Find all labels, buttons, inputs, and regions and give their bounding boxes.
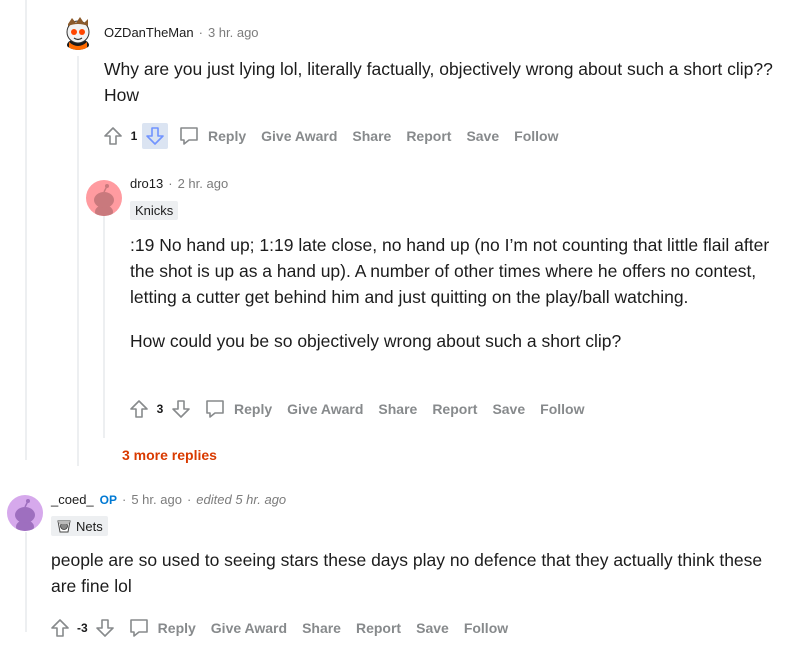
downvote-arrow-icon	[95, 619, 114, 637]
vote-score: -3	[77, 621, 88, 635]
meta-separator: ·	[168, 176, 173, 191]
more-replies-link[interactable]: 3 more replies	[122, 447, 217, 463]
upvote-arrow-icon	[130, 400, 148, 418]
comment-actions: -3 Reply Give Award Share Report Save Fo…	[47, 613, 508, 643]
avatar[interactable]	[86, 180, 122, 216]
snoo-avatar-icon	[15, 499, 35, 531]
comment-bubble-icon	[206, 400, 224, 418]
flair-label: Nets	[76, 518, 103, 534]
meta-separator: ·	[122, 492, 127, 507]
comment-actions: 3 Reply Give Award Share Report Save Fol…	[126, 394, 584, 424]
follow-button[interactable]: Follow	[540, 401, 584, 417]
meta-separator: ·	[186, 492, 192, 507]
comment-paragraph: Why are you just lying lol, literally fa…	[104, 59, 773, 105]
vote-score: 3	[156, 402, 164, 416]
follow-button[interactable]: Follow	[464, 620, 508, 636]
thread-line[interactable]	[25, 0, 27, 460]
give-award-button[interactable]: Give Award	[287, 401, 363, 417]
nets-logo-icon	[57, 520, 71, 533]
give-award-button[interactable]: Give Award	[211, 620, 287, 636]
comment-paragraph: people are so used to seeing stars these…	[51, 550, 763, 596]
meta-separator: ·	[198, 25, 203, 40]
user-flair: Nets	[51, 516, 108, 536]
downvote-arrow-icon	[146, 127, 164, 145]
reply-button[interactable]: Reply	[128, 617, 196, 639]
reply-button[interactable]: Reply	[204, 398, 272, 420]
timestamp[interactable]: 2 hr. ago	[178, 176, 229, 191]
flair-label: Knicks	[135, 203, 174, 218]
edited-label: edited 5 hr. ago	[196, 492, 287, 507]
downvote-button[interactable]	[142, 123, 168, 149]
snoo-avatar-icon	[94, 184, 114, 216]
comment-body: people are so used to seeing stars these…	[51, 547, 771, 599]
report-button[interactable]: Report	[356, 620, 401, 636]
comment-body: Why are you just lying lol, literally fa…	[104, 56, 784, 108]
follow-button[interactable]: Follow	[514, 128, 558, 144]
avatar[interactable]	[60, 14, 96, 50]
comment-paragraph: How could you be so objectively wrong ab…	[130, 331, 622, 351]
report-button[interactable]: Report	[406, 128, 451, 144]
upvote-button[interactable]	[126, 396, 152, 422]
comment-bubble-icon	[180, 127, 198, 145]
save-button[interactable]: Save	[492, 401, 525, 417]
report-button[interactable]: Report	[432, 401, 477, 417]
save-button[interactable]: Save	[466, 128, 499, 144]
username[interactable]: dro13	[130, 176, 163, 191]
reply-button[interactable]: Reply	[178, 125, 246, 147]
upvote-button[interactable]	[100, 123, 126, 149]
comment-body: :19 No hand up; 1:19 late close, no hand…	[130, 232, 780, 354]
comment-bubble-icon	[129, 619, 148, 637]
downvote-arrow-icon	[172, 400, 190, 418]
upvote-arrow-icon	[51, 619, 69, 637]
username[interactable]: OZDanTheMan	[104, 25, 194, 40]
comment-meta: OZDanTheMan · 3 hr. ago	[104, 25, 259, 40]
comment-meta: _coed_ OP · 5 hr. ago · edited 5 hr. ago	[51, 492, 286, 507]
comment-paragraph: :19 No hand up; 1:19 late close, no hand…	[130, 235, 770, 307]
reply-label: Reply	[234, 401, 273, 417]
user-flair: Knicks	[130, 201, 179, 220]
timestamp[interactable]: 3 hr. ago	[208, 25, 259, 40]
timestamp[interactable]: 5 hr. ago	[131, 492, 182, 507]
username[interactable]: _coed_	[51, 492, 94, 507]
comment-meta: dro13 · 2 hr. ago	[130, 176, 228, 191]
give-award-button[interactable]: Give Award	[261, 128, 337, 144]
op-badge: OP	[99, 492, 117, 507]
thread-line[interactable]	[25, 532, 27, 632]
snoo-avatar-icon	[66, 17, 90, 50]
reply-label: Reply	[208, 128, 247, 144]
share-button[interactable]: Share	[352, 128, 391, 144]
downvote-button[interactable]	[168, 396, 194, 422]
comment-actions: 1 Reply Give Award Share Report Save Fol…	[100, 121, 558, 151]
thread-line[interactable]	[103, 216, 105, 438]
share-button[interactable]: Share	[302, 620, 341, 636]
save-button[interactable]: Save	[416, 620, 449, 636]
vote-score: 1	[130, 129, 138, 143]
avatar[interactable]	[7, 495, 43, 531]
upvote-button[interactable]	[47, 615, 73, 641]
upvote-arrow-icon	[104, 127, 122, 145]
reply-label: Reply	[157, 620, 196, 636]
downvote-button[interactable]	[92, 615, 118, 641]
thread-line[interactable]	[77, 56, 79, 466]
share-button[interactable]: Share	[378, 401, 417, 417]
